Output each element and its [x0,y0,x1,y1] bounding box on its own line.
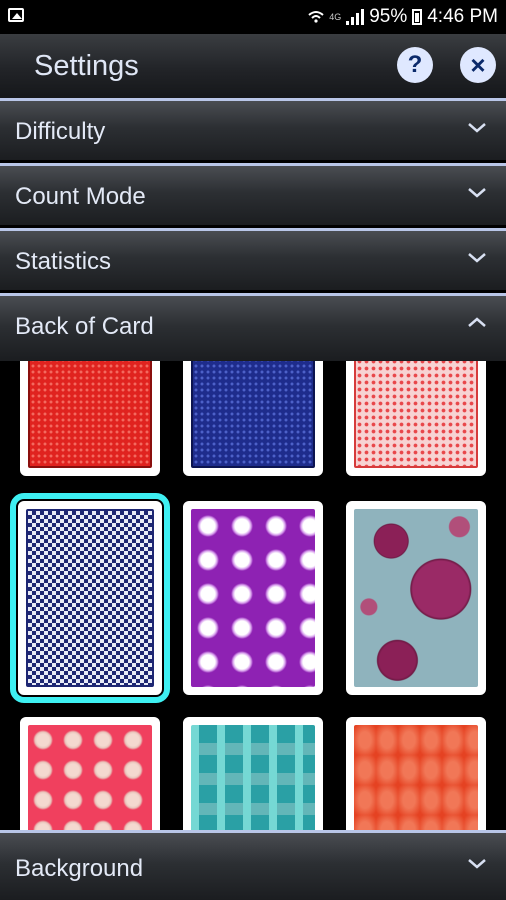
card-back-purple-flowers[interactable] [183,501,323,695]
wifi-icon [308,11,324,23]
section-label: Statistics [15,248,112,275]
card-back-orange-waves[interactable] [346,717,486,830]
chevron-down-icon [468,119,486,137]
section-difficulty[interactable]: Difficulty [0,98,506,160]
battery-icon [412,9,423,25]
card-back-image [191,361,315,468]
card-back-teal-blocks[interactable] [183,717,323,830]
card-back-pink-flowers[interactable] [20,717,160,830]
battery-percent: 95% [369,6,408,27]
app-header: Settings ? × [0,34,506,98]
network-type: 4G [329,12,342,22]
clock: 4:46 PM [427,6,498,27]
section-label: Difficulty [15,118,106,145]
help-button[interactable]: ? [397,47,433,83]
card-back-image [354,361,478,468]
card-back-pink-checker[interactable] [346,361,486,476]
status-bar: 4G 95% 4:46 PM [0,0,506,34]
card-back-image [354,725,478,830]
status-right: 4G 95% 4:46 PM [308,6,498,28]
card-back-image [191,509,315,687]
signal-icon [346,9,365,25]
card-back-image [28,725,152,830]
card-back-grid [0,361,506,830]
section-label: Back of Card [15,313,154,340]
chevron-down-icon [468,184,486,202]
page-title: Settings [34,50,139,82]
section-label: Background [15,855,144,882]
chevron-down-icon [468,249,486,267]
card-back-plum-circles[interactable] [346,501,486,695]
section-count-mode[interactable]: Count Mode [0,163,506,225]
section-statistics[interactable]: Statistics [0,228,506,290]
card-back-navy-checker[interactable] [10,493,170,703]
section-back-of-card[interactable]: Back of Card [0,293,506,361]
card-back-image [28,361,152,468]
close-button[interactable]: × [460,47,496,83]
card-back-blue-dots[interactable] [183,361,323,476]
help-icon: ? [407,51,423,78]
chevron-down-icon [468,855,486,873]
image-icon [8,8,24,22]
card-back-image [26,509,154,687]
card-back-image [191,725,315,830]
section-label: Count Mode [15,183,146,210]
close-icon: × [470,50,486,80]
section-background[interactable]: Background [0,830,506,900]
chevron-up-icon [468,314,486,332]
card-back-red-dots[interactable] [20,361,160,476]
card-back-image [354,509,478,687]
